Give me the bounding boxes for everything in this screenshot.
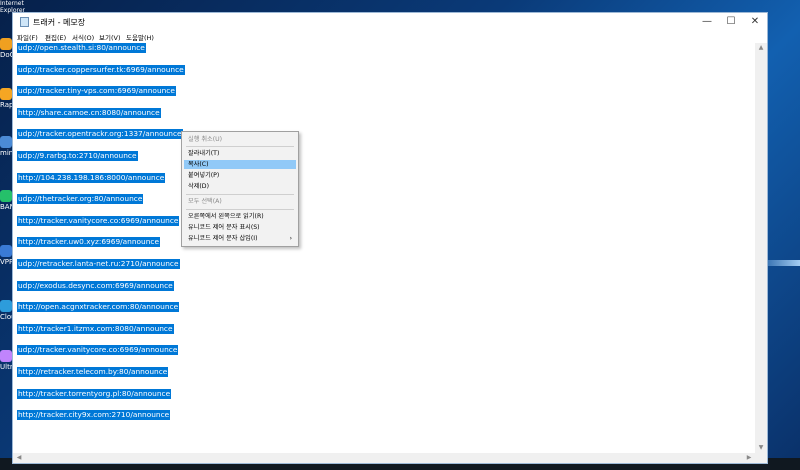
text-line: http://retracker.telecom.by:80/announce [17,367,169,377]
text-line: http://tracker.city9x.com:2710/announce [17,410,171,421]
menu-format[interactable]: 서식(O) [72,32,94,42]
text-line: http://tracker.vanitycore.co:6969/announ… [17,215,180,226]
context-separator [186,146,294,147]
vertical-scrollbar[interactable]: ▲ ▼ [755,43,767,453]
text-line: http://tracker.uw0.xyz:6969/announce [17,237,161,248]
text-line: udp://open.stealth.si:80/announce [17,43,146,53]
scroll-up-icon[interactable]: ▲ [755,43,767,53]
horizontal-scrollbar[interactable]: ◀ ▶ [13,453,755,463]
text-line: udp://retracker.lanta-net.ru:2710/announ… [17,259,180,269]
maximize-button[interactable]: ☐ [719,14,743,30]
text-line: udp://tracker.tiny-vps.com:6969/announce [17,86,176,97]
docam-icon [0,38,12,50]
text-line: udp://tracker.opentrackr.org:1337/announ… [17,129,183,140]
band-icon [0,190,12,202]
context-delete[interactable]: 삭제(D) [184,182,296,191]
context-rtl-reading[interactable]: 오른쪽에서 왼쪽으로 읽기(R) [184,212,296,221]
context-copy[interactable]: 복사(C) [184,160,296,169]
scroll-right-icon[interactable]: ▶ [743,453,755,463]
menu-edit[interactable]: 편집(E) [45,32,66,42]
text-line: udp://tracker.coppersurfer.tk:6969/annou… [17,64,185,75]
menu-bar: 파일(F) 편집(E) 서식(O) 보기(V) 도움말(H) [13,31,767,43]
context-menu: 실행 취소(U) 잘라내기(T) 복사(C) 붙여넣기(P) 삭제(D) 모두 … [181,131,299,247]
context-insert-unicode[interactable]: 유니코드 제어 문자 삽입(I) › [184,234,296,243]
context-select-all[interactable]: 모두 선택(A) [184,197,296,206]
window-title: 트래커 - 메모장 [33,18,86,27]
vppro-icon [0,245,12,257]
context-separator [186,209,294,210]
context-cut[interactable]: 잘라내기(T) [184,149,296,158]
notepad-app-icon [20,17,29,27]
menu-view[interactable]: 보기(V) [99,32,120,42]
context-separator [186,194,294,195]
text-line: udp://tracker.vanitycore.co:6969/announc… [17,345,179,356]
text-line: udp://thetracker.org:80/announce [17,194,144,205]
context-show-unicode[interactable]: 유니코드 제어 문자 표시(S) [184,223,296,232]
ultra-icon [0,350,12,362]
resize-grip[interactable] [755,453,767,463]
text-line: http://104.238.198.186:8000/announce [17,172,166,183]
cloud-icon [0,300,12,312]
text-line: http://open.acgnxtracker.com:80/announce [17,302,180,313]
text-line: udp://exodus.desync.com:6969/announce [17,280,174,291]
text-line: http://tracker.torrentyorg.pl:80/announc… [17,388,172,399]
scroll-down-icon[interactable]: ▼ [755,443,767,453]
scroll-left-icon[interactable]: ◀ [13,453,25,463]
menu-file[interactable]: 파일(F) [17,32,38,42]
text-line: http://share.camoe.cn:8080/announce [17,107,161,118]
context-insert-unicode-label: 유니코드 제어 문자 삽입(I) [188,235,258,242]
context-undo[interactable]: 실행 취소(U) [184,135,296,144]
minimize-button[interactable]: — [695,14,719,30]
context-paste[interactable]: 붙여넣기(P) [184,171,296,180]
text-line: http://tracker1.itzmx.com:8080/announce [17,323,174,334]
close-button[interactable]: ✕ [743,14,767,30]
rapt-icon [0,88,12,100]
submenu-arrow-icon: › [289,235,292,242]
notepad-window: 트래커 - 메모장 — ☐ ✕ 파일(F) 편집(E) 서식(O) 보기(V) … [12,12,768,464]
menu-help[interactable]: 도움말(H) [126,32,154,42]
title-bar[interactable]: 트래커 - 메모장 — ☐ ✕ [13,13,767,31]
text-editor[interactable]: udp://open.stealth.si:80/announce udp://… [13,43,755,453]
text-line: udp://9.rarbg.to:2710/announce [17,151,138,161]
minitool-icon [0,136,12,148]
